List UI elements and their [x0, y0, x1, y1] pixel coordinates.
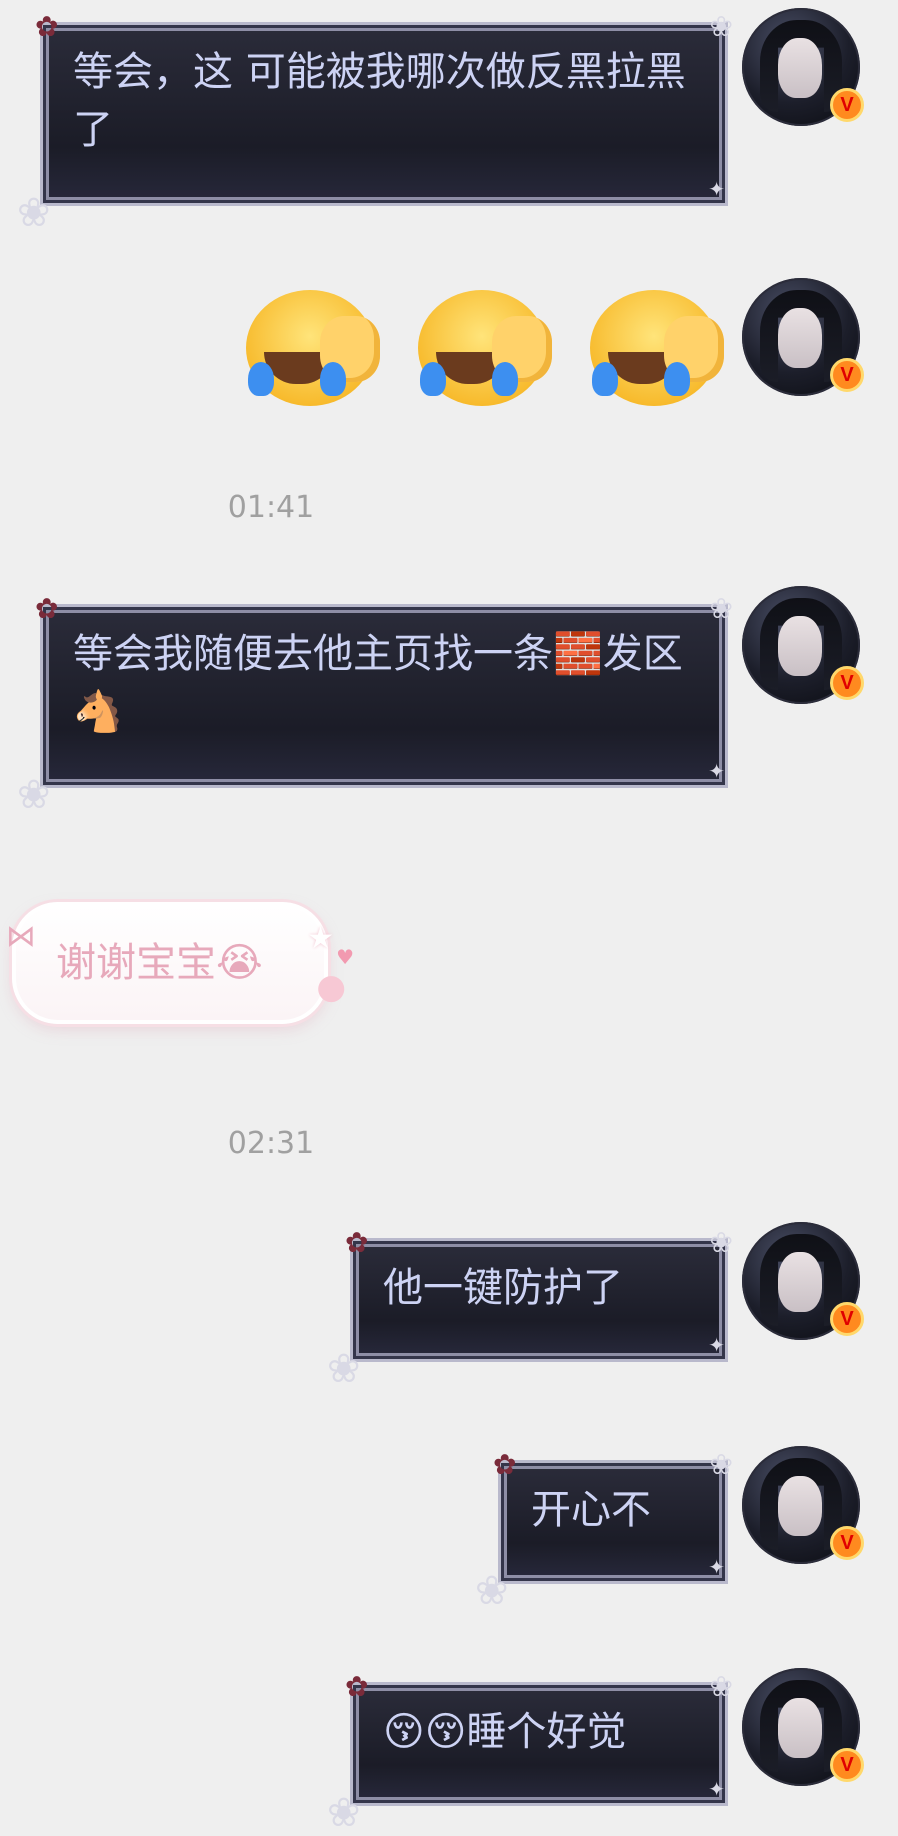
lily-icon: ❀	[327, 1346, 361, 1392]
verified-badge: V	[830, 1302, 864, 1336]
facepalm-laugh-emoji[interactable]	[418, 290, 552, 406]
message-bubble[interactable]: ✿ ❀ ❀ ✦ 等会我随便去他主页找一条🧱发区🐴	[17, 595, 733, 816]
flower-icon: ✿	[493, 1448, 517, 1481]
star-icon: ✦	[708, 1555, 725, 1579]
timestamp: 02:31	[227, 1126, 315, 1161]
message-text: 等会，这 可能被我哪次做反黑拉黑了	[73, 49, 686, 153]
lily-icon: ❀	[709, 1670, 733, 1703]
star-icon: ✦	[708, 1777, 725, 1801]
message-text: 😚😚睡个好觉	[383, 1709, 627, 1755]
paw-icon: ●	[316, 967, 346, 1007]
message-text: 谢谢宝宝😭	[56, 940, 263, 986]
message-bubble-received[interactable]: ⋈ ★ ♥ ● 谢谢宝宝😭	[6, 902, 354, 1024]
avatar[interactable]: V	[742, 278, 864, 396]
verified-badge: V	[830, 1748, 864, 1782]
verified-badge: V	[830, 1526, 864, 1560]
avatar[interactable]: V	[742, 8, 864, 126]
chat-view: V ✿ ❀ ❀ ✦ 等会，这 可能被我哪次做反黑拉黑了 V 01:41 V ✿ …	[0, 0, 898, 1834]
facepalm-laugh-emoji[interactable]	[246, 290, 380, 406]
star-icon: ✦	[708, 177, 725, 201]
lily-icon: ❀	[709, 10, 733, 43]
bow-icon: ⋈	[6, 919, 36, 954]
message-bubble[interactable]: ✿ ❀ ❀ ✦ 😚😚睡个好觉	[327, 1673, 733, 1834]
flower-icon: ✿	[35, 592, 59, 625]
avatar[interactable]: V	[742, 1222, 864, 1340]
flower-icon: ✿	[345, 1670, 369, 1703]
flower-icon: ✿	[35, 10, 59, 43]
message-bubble[interactable]: ✿ ❀ ❀ ✦ 他一键防护了	[327, 1229, 733, 1390]
star-icon: ✦	[708, 1333, 725, 1357]
verified-badge: V	[830, 666, 864, 700]
verified-badge: V	[830, 88, 864, 122]
lily-icon: ❀	[327, 1790, 361, 1836]
facepalm-laugh-emoji[interactable]	[590, 290, 724, 406]
timestamp: 01:41	[227, 490, 315, 525]
message-text: 开心不	[531, 1487, 651, 1533]
lily-icon: ❀	[709, 592, 733, 625]
lily-icon: ❀	[709, 1448, 733, 1481]
lily-icon: ❀	[17, 772, 51, 818]
verified-badge: V	[830, 358, 864, 392]
lily-icon: ❀	[17, 190, 51, 236]
avatar[interactable]: V	[742, 1446, 864, 1564]
avatar[interactable]: V	[742, 1668, 864, 1786]
message-text: 等会我随便去他主页找一条🧱发区🐴	[73, 631, 683, 735]
avatar[interactable]: V	[742, 586, 864, 704]
message-bubble[interactable]: ✿ ❀ ❀ ✦ 等会，这 可能被我哪次做反黑拉黑了	[17, 13, 733, 234]
lily-icon: ❀	[475, 1568, 509, 1614]
message-text: 他一键防护了	[383, 1265, 623, 1311]
star-icon: ✦	[708, 759, 725, 783]
flower-icon: ✿	[345, 1226, 369, 1259]
lily-icon: ❀	[709, 1226, 733, 1259]
message-bubble[interactable]: ✿ ❀ ❀ ✦ 开心不	[475, 1451, 733, 1612]
